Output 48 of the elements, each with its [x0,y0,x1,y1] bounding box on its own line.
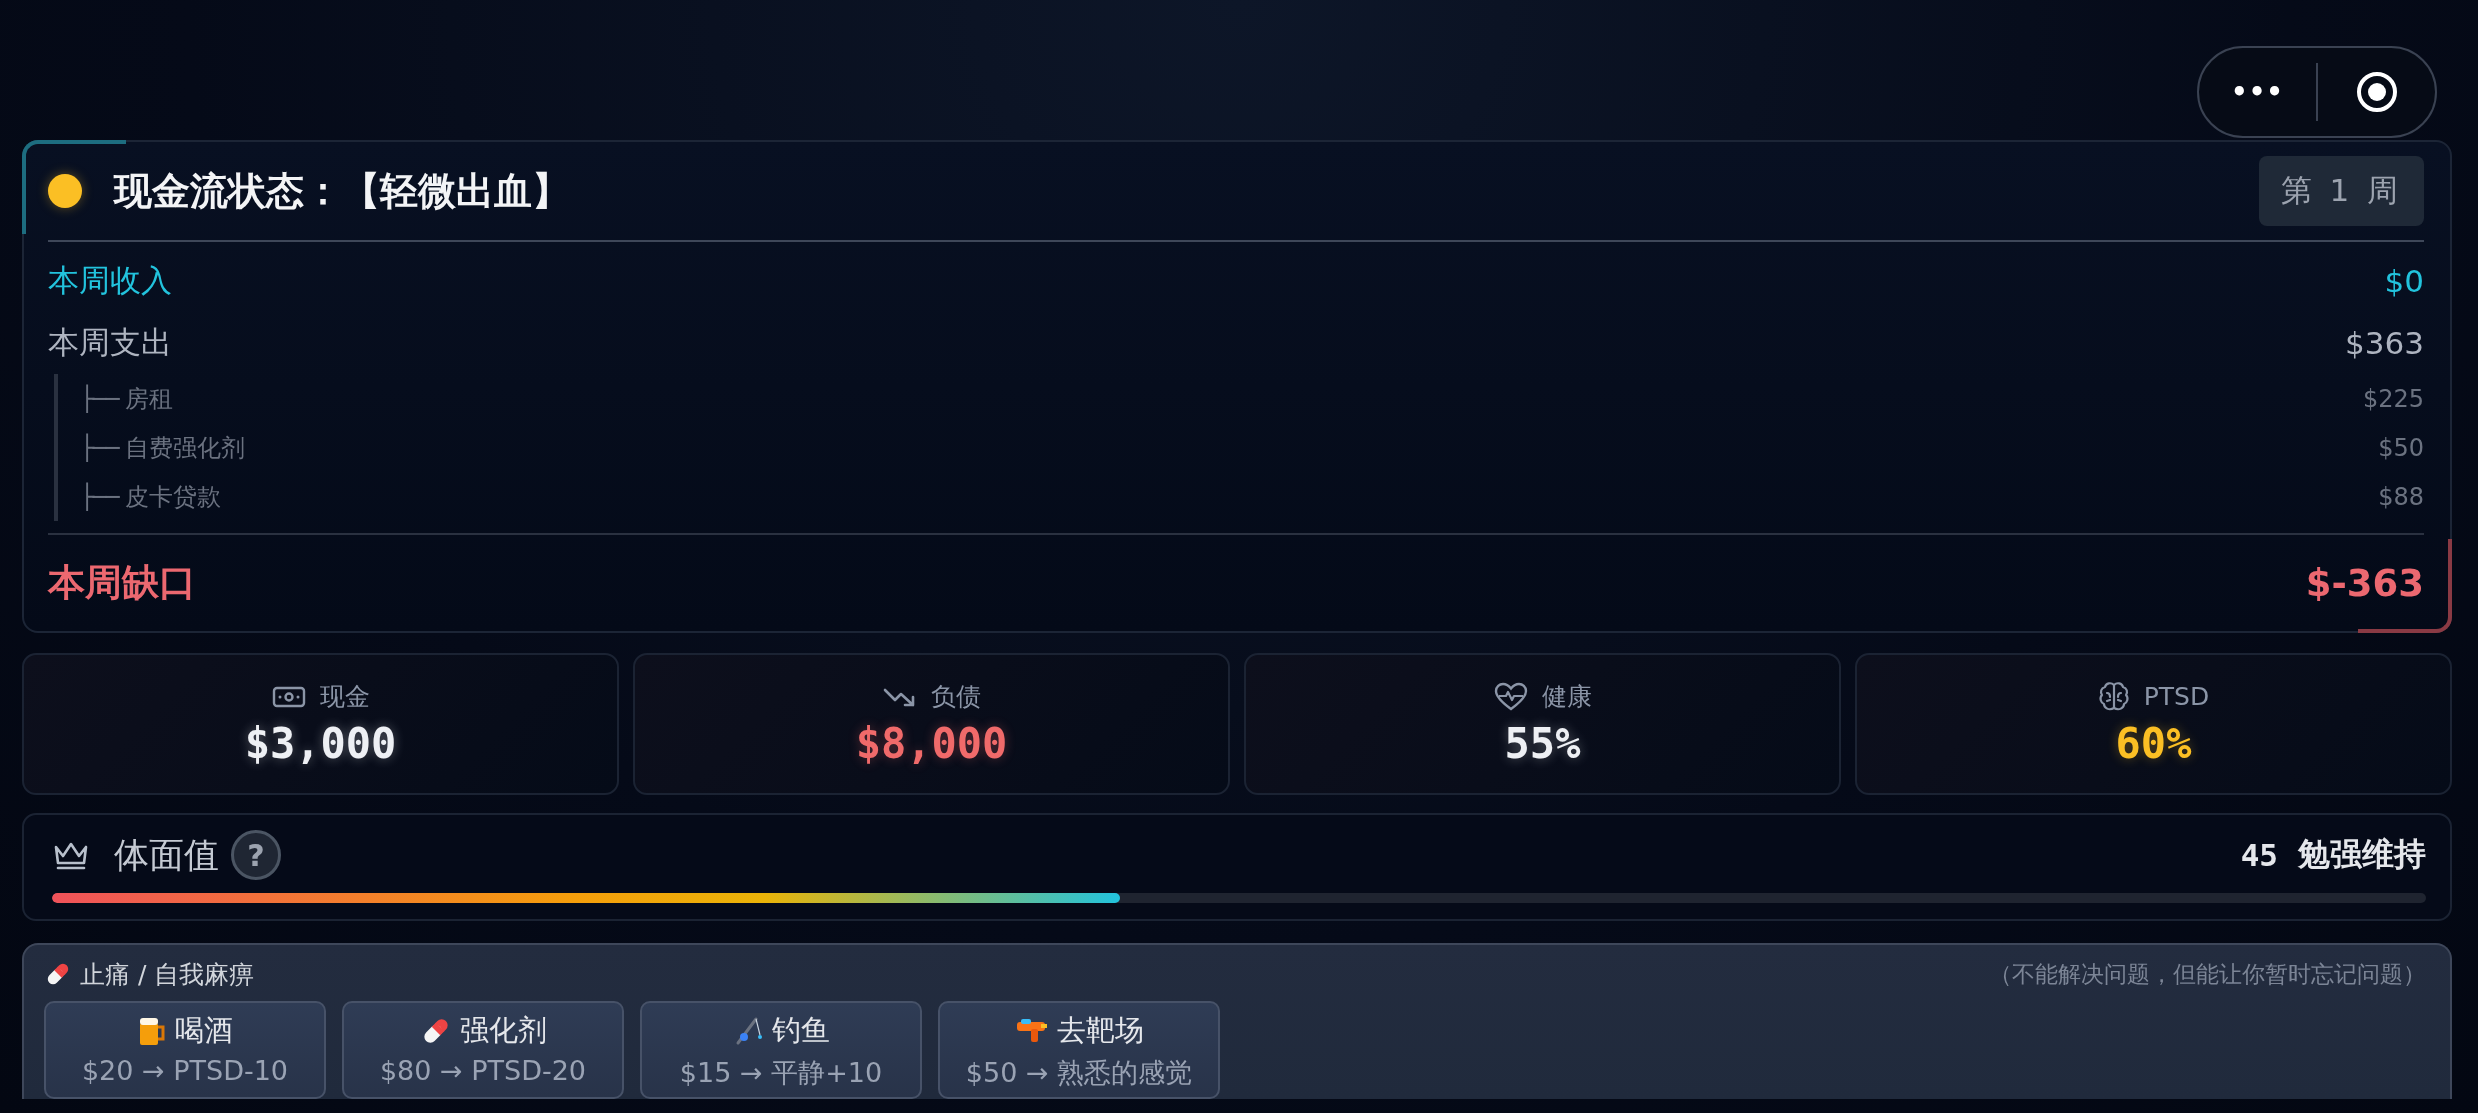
beer-mug-icon [137,1015,167,1047]
sub-item-label: 自费强化剂 [125,432,247,464]
week-badge: 第 1 周 [2258,156,2424,226]
dignity-title: 体面值 [114,833,219,877]
panel-title: 止痛 / 自我麻痹 [80,958,255,991]
panel-note: （不能解决问题，但能让你暂时忘记问题） [1989,959,2426,989]
action-button[interactable]: 强化剂 $80 → PTSD-20 [342,1001,624,1099]
deficit-value: $-363 [2305,561,2424,605]
row-label: 本周支出 [48,323,172,362]
brain-icon [2097,680,2130,713]
action-effect: $15 → 平静+10 [679,1056,883,1090]
target-icon [2354,70,2399,114]
stat-label: 现金 [319,681,370,713]
action-label: 喝酒 [175,1012,233,1049]
stat-value: $3,000 [244,719,397,768]
sub-item-label: 房租 [125,383,175,415]
row-label: 本周收入 [48,261,172,300]
tree-branch: ├── [80,482,118,511]
sub-item-label: 皮卡贷款 [125,481,223,513]
action-label: 钓鱼 [772,1012,830,1049]
action-button[interactable]: 喝酒 $20 → PTSD-10 [44,1001,326,1099]
more-button[interactable]: ••• [2199,77,2316,107]
action-effect: $20 → PTSD-10 [81,1055,289,1086]
stat-value: 55% [1504,719,1581,768]
sub-item-value: $225 [2362,384,2424,413]
action-button[interactable]: 去靶场 $50 → 熟悉的感觉 [938,1001,1220,1099]
stat-value: 60% [2115,718,2192,768]
sub-item-value: $88 [2378,482,2424,511]
stat-label: 负债 [930,681,981,713]
dignity-score: 45 [2240,837,2278,873]
dignity-status: 勉强维持 [2298,834,2426,875]
stat-value: $8,000 [855,719,1008,768]
row-value: $363 [2345,325,2424,361]
deficit-label: 本周缺口 [48,560,196,606]
action-label: 强化剂 [459,1012,547,1049]
sub-item-value: $50 [2378,433,2424,462]
stat-label: PTSD [2143,682,2210,711]
action-effect: $80 → PTSD-20 [379,1055,587,1086]
tree-branch: ├── [80,433,118,462]
action-effect: $50 → 熟悉的感觉 [965,1056,1193,1090]
heart-pulse-icon [1493,681,1528,712]
action-label: 去靶场 [1056,1012,1144,1049]
tree-branch: ├── [80,384,118,413]
help-button[interactable]: ? [231,830,281,880]
card-title: 现金流状态：【轻微出血】 [114,167,571,215]
stat-label: 健康 [1541,681,1592,713]
action-button[interactable]: 钓鱼 $15 → 平静+10 [640,1001,922,1099]
row-value: $0 [2384,263,2424,299]
